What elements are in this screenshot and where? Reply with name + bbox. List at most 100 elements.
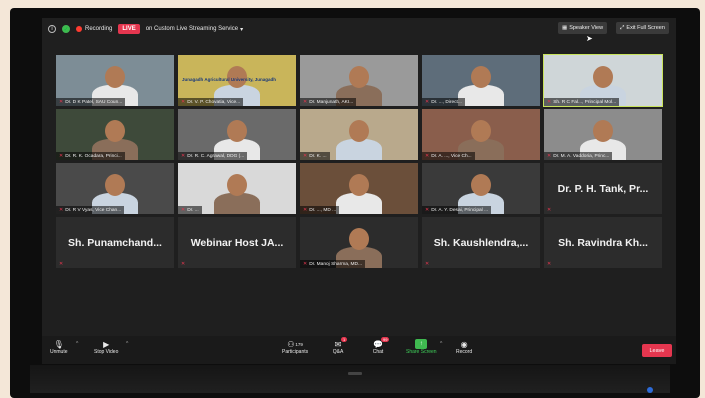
- unmute-button[interactable]: 🎙 Unmute: [50, 339, 68, 356]
- participant-head: [593, 120, 613, 142]
- participants-button[interactable]: ⚇ 179 Participants: [282, 339, 309, 356]
- stop-video-label: Stop Video: [94, 349, 119, 355]
- video-camera-icon: ▶: [103, 339, 110, 349]
- power-led: [647, 387, 653, 393]
- mic-muted-icon: ✕: [181, 99, 186, 105]
- participant-tile[interactable]: ✕ Dr. D K Patel, SAU Coun...: [56, 55, 174, 106]
- participant-tile[interactable]: Sh. Kaushlendra,... ✕: [422, 217, 540, 268]
- participant-tile[interactable]: ✕ Dr. A. Y. Desai, Principal ...: [422, 163, 540, 214]
- participant-tile[interactable]: ✕ Dr. R V Vyas, Vice Chan...: [56, 163, 174, 214]
- mic-muted-icon: ✕: [59, 99, 64, 105]
- share-options-caret[interactable]: ^: [440, 341, 442, 347]
- participant-tile[interactable]: ✕ Dr. R. K. Ocadara, Princi...: [56, 109, 174, 160]
- monitor-chin: [30, 365, 670, 393]
- leave-button[interactable]: Leave: [642, 344, 672, 357]
- participant-tile[interactable]: ✕ Dr. R. C. Agrawal, DDG (...: [178, 109, 296, 160]
- participant-name: ✕ Dr. A. ..., Vice Ch...: [422, 152, 475, 160]
- participant-tile[interactable]: ✕ Dr. Manoj Sharma, MD...: [300, 217, 418, 268]
- record-icon: ◉: [460, 339, 468, 349]
- participant-name: ✕: [56, 260, 66, 268]
- mic-muted-icon: ✕: [425, 207, 430, 213]
- participant-tile[interactable]: ✕ Dr. ..., MD ...: [300, 163, 418, 214]
- mic-muted-icon: ✕: [181, 207, 186, 213]
- participant-name-large: Dr. P. H. Tank, Pr...: [557, 182, 649, 195]
- exit-full-screen-button[interactable]: ⤢ Exit Full Screen: [616, 22, 669, 34]
- participant-tile[interactable]: Junagadh Agricultural University, Junaga…: [178, 55, 296, 106]
- participant-tile[interactable]: ✕ Sh. R C Fal..., Principal Mol...: [543, 54, 663, 107]
- video-options-caret[interactable]: ^: [126, 341, 128, 347]
- speaker-view-button[interactable]: ▦ Speaker View: [558, 22, 608, 34]
- shield-icon[interactable]: ✓: [62, 25, 70, 33]
- participant-head: [471, 174, 491, 196]
- speaker-view-label: Speaker View: [569, 25, 604, 31]
- participant-tile[interactable]: ✕ Dr. A. ..., Vice Ch...: [422, 109, 540, 160]
- record-dot-icon: [76, 26, 82, 32]
- share-screen-button[interactable]: ↑ Share Screen: [406, 339, 437, 355]
- share-screen-label: Share Screen: [406, 349, 437, 355]
- participant-name-text: Dr. ..., Direct...: [431, 99, 462, 105]
- participant-name: ✕ Dr. A. Y. Desai, Principal ...: [422, 206, 492, 214]
- participant-head: [227, 174, 247, 196]
- mic-muted-icon: ✕: [59, 261, 64, 267]
- participant-name-large: Sh. Punamchand...: [68, 236, 162, 249]
- participant-head: [349, 66, 369, 88]
- chat-button[interactable]: 💬 99 Chat: [372, 337, 390, 355]
- mouse-cursor-icon: ➤: [586, 34, 593, 43]
- participant-name: ✕ Dr. V. P. Chovatia, Vice...: [178, 98, 244, 106]
- mic-muted-icon: ✕: [59, 153, 64, 159]
- participant-tile[interactable]: Sh. Punamchand... ✕: [56, 217, 174, 268]
- live-badge[interactable]: LIVE: [118, 24, 140, 34]
- participant-name-large: Webinar Host JA...: [190, 236, 284, 249]
- participant-name: ✕ Sh. R C Fal..., Principal Mol...: [544, 98, 620, 106]
- mic-muted-icon: ✕: [181, 261, 186, 267]
- participant-name-text: Dr. ..., MD ...: [309, 207, 337, 213]
- qa-icon: ✉ 1: [334, 337, 348, 349]
- participant-body: [336, 193, 382, 214]
- record-button[interactable]: ◉ Record: [456, 339, 473, 356]
- participants-icon: ⚇ 179: [287, 339, 303, 349]
- info-icon[interactable]: i: [48, 25, 56, 33]
- banner-text: Junagadh Agricultural University, Junaga…: [182, 77, 277, 82]
- unmute-label: Unmute: [50, 349, 68, 355]
- chat-label: Chat: [372, 349, 384, 355]
- share-screen-icon: ↑: [415, 339, 428, 349]
- participant-name-text: Dr. Manjunath, AKI...: [309, 99, 354, 105]
- mic-muted-icon: ✕: [303, 207, 308, 213]
- stream-service-dropdown[interactable]: on Custom Live Streaming Service ▾: [146, 26, 243, 33]
- participant-grid: ✕ Dr. D K Patel, SAU Coun... Junagadh Agri…: [56, 54, 664, 321]
- participant-tile[interactable]: ✕ Dr. K. ...: [300, 109, 418, 160]
- mic-muted-icon: ✕: [547, 261, 552, 267]
- participant-name-text: Dr. D K Patel, SAU Coun...: [65, 99, 123, 105]
- qa-badge: 1: [341, 337, 348, 342]
- full-screen-label: Exit Full Screen: [626, 25, 665, 31]
- stop-video-button[interactable]: ▶ Stop Video: [94, 339, 119, 356]
- participant-tile[interactable]: Sh. Ravindra Kh... ✕: [544, 217, 662, 268]
- participant-name-text: Dr. M. A. Vaddoria, Princ...: [553, 153, 610, 159]
- participant-name: ✕ Dr. ..., MD ...: [300, 206, 340, 214]
- audio-options-caret[interactable]: ^: [76, 341, 78, 347]
- mic-muted-icon: ✕: [547, 207, 552, 213]
- participant-name-text: Dr. A. Y. Desai, Principal ...: [431, 207, 489, 213]
- participant-name: ✕ Dr. ..., Direct...: [422, 98, 465, 106]
- mic-muted-icon: ✕: [425, 261, 430, 267]
- participant-name: ✕: [178, 260, 188, 268]
- participant-tile[interactable]: ✕ Dr. ..., Direct...: [422, 55, 540, 106]
- recording-indicator[interactable]: Recording: [76, 26, 112, 32]
- participants-label: Participants: [282, 349, 309, 355]
- participant-tile[interactable]: Webinar Host JA... ✕: [178, 217, 296, 268]
- qa-button[interactable]: ✉ 1 Q&A: [332, 337, 348, 355]
- participant-name: ✕ Dr. R. K. Ocadara, Princi...: [56, 152, 125, 160]
- participant-name: ✕ Dr. K. ...: [300, 152, 330, 160]
- participant-tile[interactable]: Dr. P. H. Tank, Pr... ✕: [544, 163, 662, 214]
- participant-head: [593, 66, 613, 88]
- participant-name: ✕: [544, 260, 554, 268]
- participant-name-text: Dr. ...: [187, 207, 199, 213]
- participant-tile[interactable]: ✕ Dr. Manjunath, AKI...: [300, 55, 418, 106]
- participant-head: [349, 120, 369, 142]
- participant-tile[interactable]: ✕ Dr. M. A. Vaddoria, Princ...: [544, 109, 662, 160]
- chevron-down-icon: ▾: [240, 26, 244, 33]
- participant-tile[interactable]: ✕ Dr. ...: [178, 163, 296, 214]
- participant-name: ✕ Dr. Manoj Sharma, MD...: [300, 260, 365, 268]
- record-label: Record: [456, 349, 473, 355]
- participant-name-text: Dr. V. P. Chovatia, Vice...: [187, 99, 241, 105]
